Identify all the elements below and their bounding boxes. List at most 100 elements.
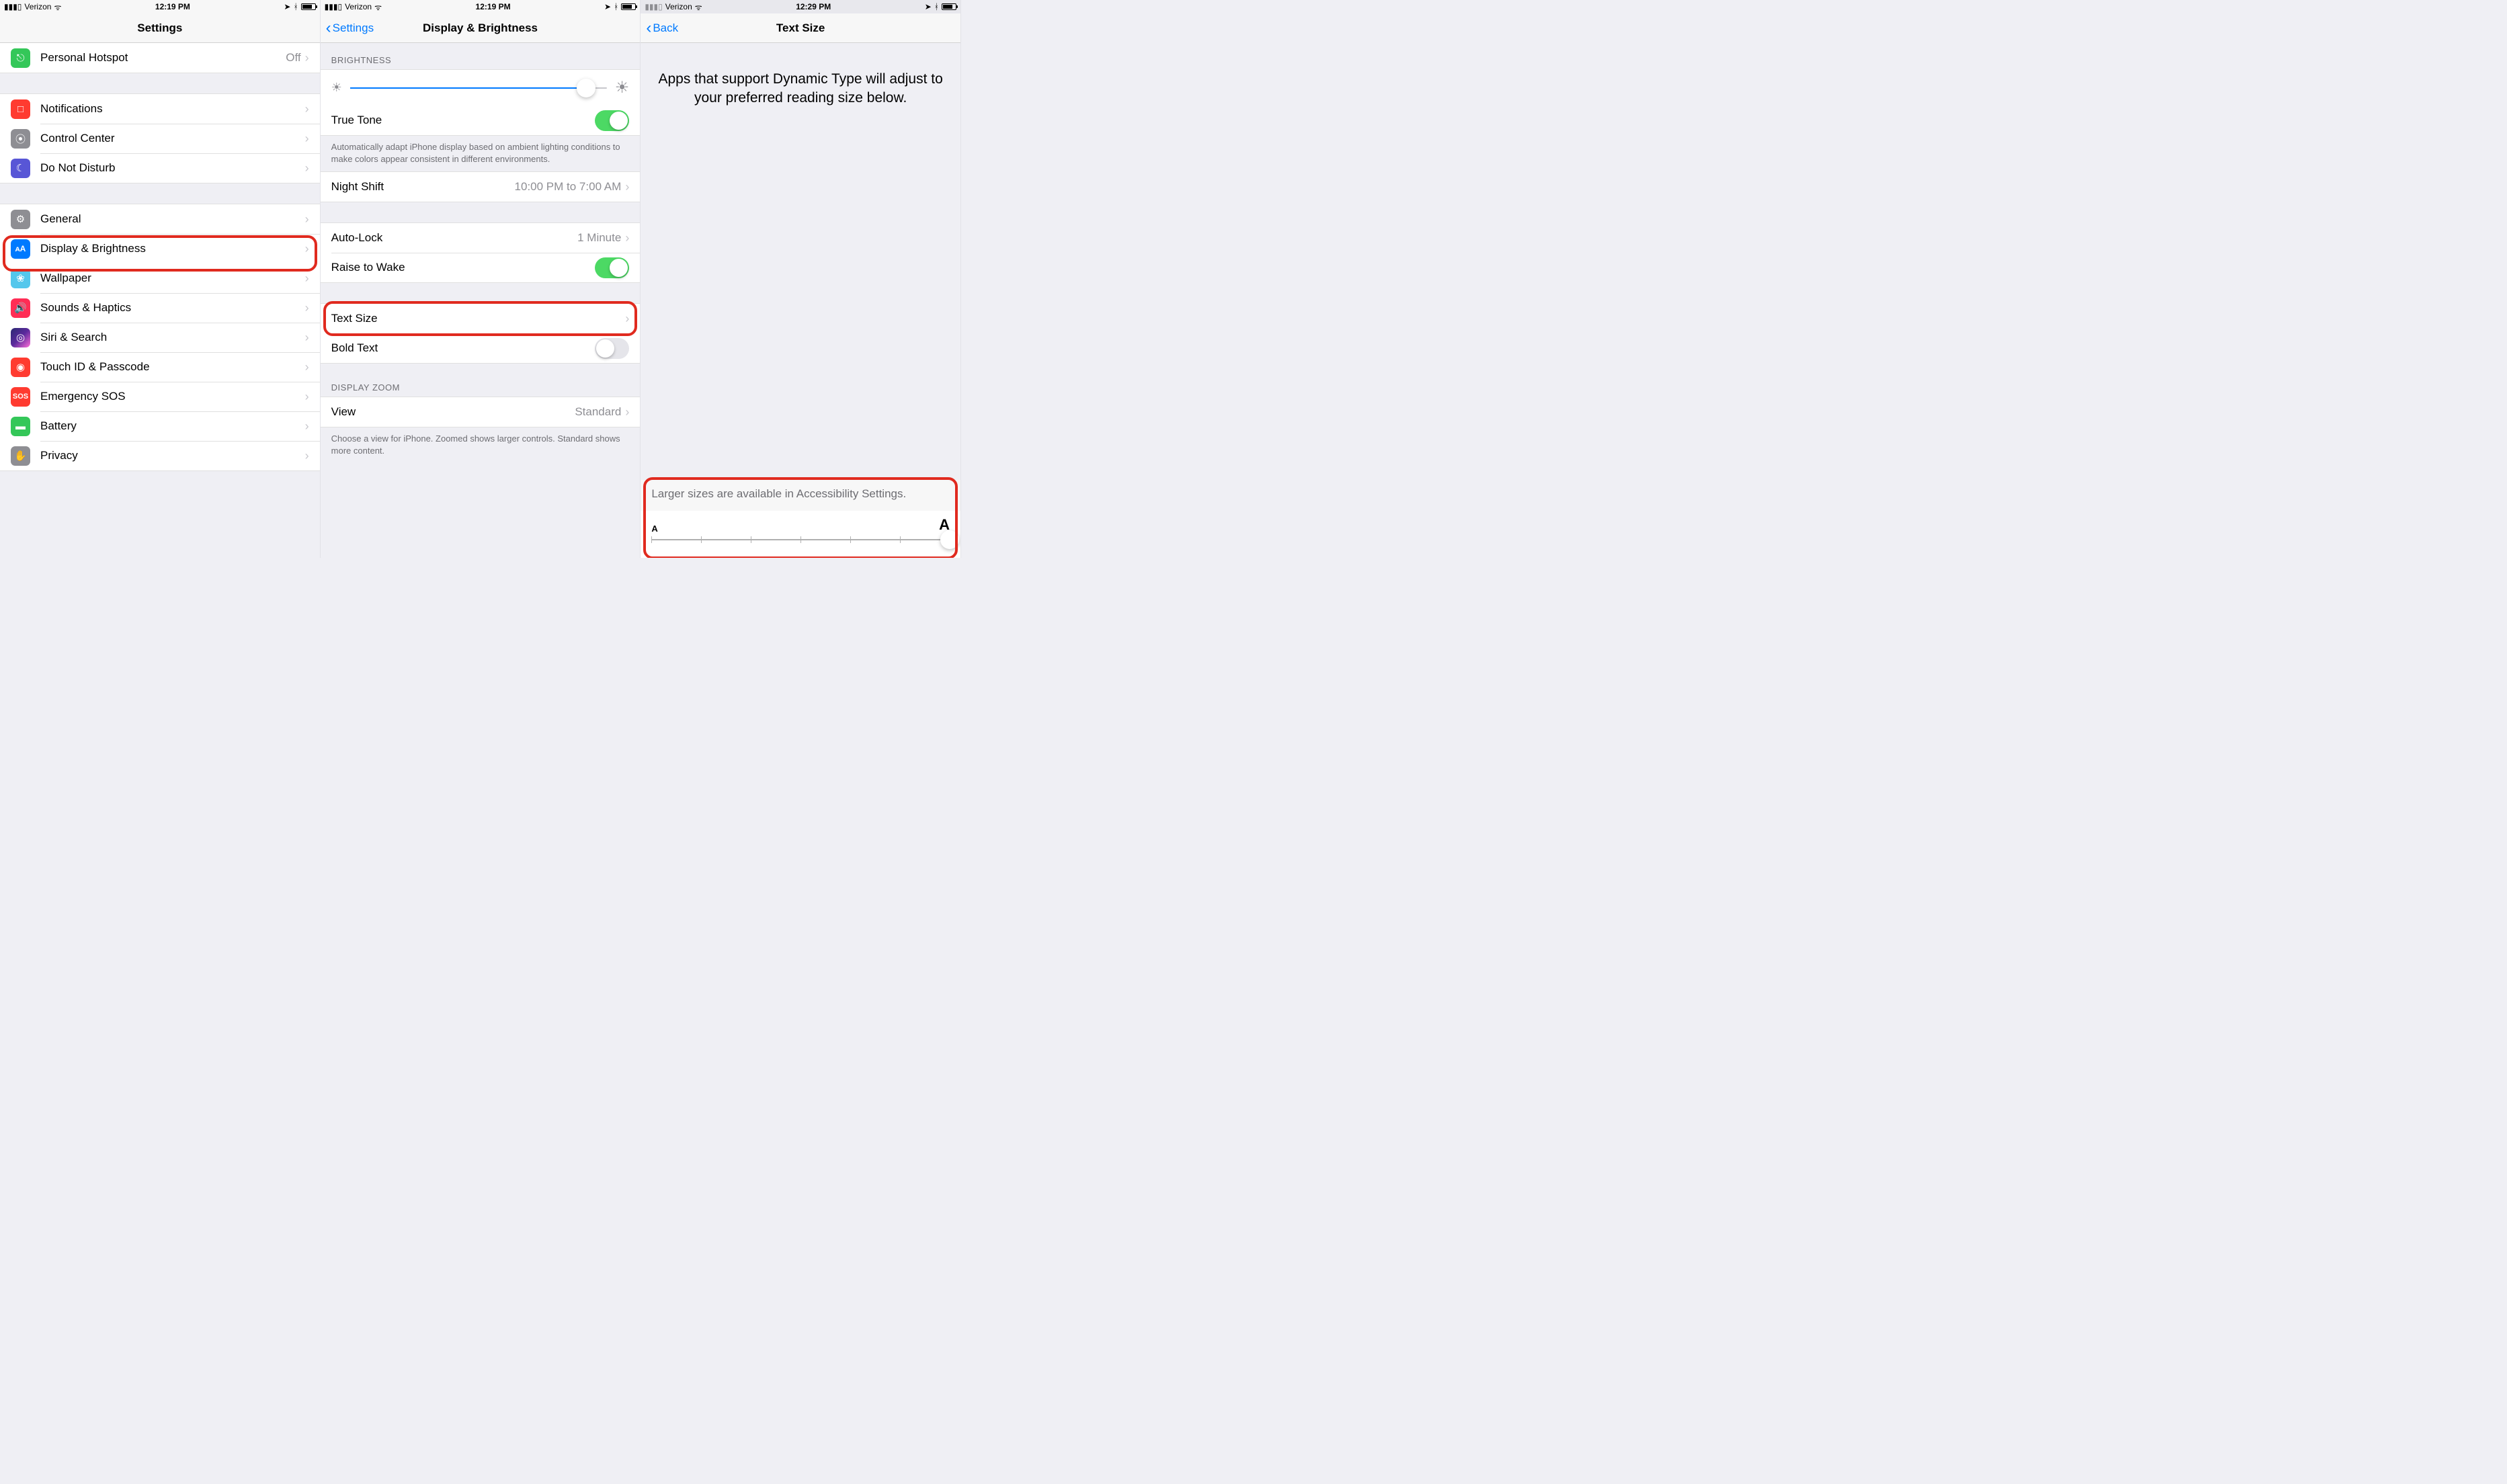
display-zoom-header: DISPLAY ZOOM: [321, 364, 641, 397]
dynamic-type-description: Apps that support Dynamic Type will adju…: [641, 43, 960, 135]
row-touchid-passcode[interactable]: ◉ Touch ID & Passcode ›: [0, 352, 320, 382]
hand-icon: ✋: [11, 446, 30, 466]
cell-label: Raise to Wake: [331, 261, 595, 274]
gear-icon: ⚙: [11, 210, 30, 229]
control-center-icon: ⦿: [11, 129, 30, 149]
cell-label: Emergency SOS: [40, 390, 305, 403]
row-emergency-sos[interactable]: SOS Emergency SOS ›: [0, 382, 320, 411]
sun-small-icon: ☀: [331, 81, 342, 95]
slider-thumb[interactable]: [940, 530, 959, 549]
cell-label: General: [40, 212, 305, 226]
cell-value: 10:00 PM to 7:00 AM: [515, 180, 622, 194]
row-auto-lock[interactable]: Auto-Lock 1 Minute ›: [321, 223, 641, 253]
row-do-not-disturb[interactable]: ☾ Do Not Disturb ›: [0, 153, 320, 183]
chevron-right-icon: ›: [305, 419, 309, 434]
brightness-header: BRIGHTNESS: [321, 43, 641, 69]
chevron-left-icon: ‹: [646, 20, 651, 36]
chevron-right-icon: ›: [305, 360, 309, 374]
slider-thumb[interactable]: [577, 79, 595, 97]
chevron-right-icon: ›: [625, 312, 629, 326]
clock: 12:19 PM: [476, 2, 511, 11]
status-bar: ▮▮▮▯ Verizon ᯤ 12:19 PM ➤ ᚼ: [0, 0, 320, 13]
true-tone-toggle[interactable]: [595, 110, 629, 131]
row-general[interactable]: ⚙ General ›: [0, 204, 320, 234]
cell-label: Do Not Disturb: [40, 161, 305, 175]
signal-icon: ▮▮▮▯: [645, 2, 662, 11]
fingerprint-icon: ◉: [11, 358, 30, 377]
row-wallpaper[interactable]: ❀ Wallpaper ›: [0, 263, 320, 293]
cell-label: Siri & Search: [40, 331, 305, 344]
cell-label: Personal Hotspot: [40, 51, 286, 65]
row-personal-hotspot[interactable]: ⎋ Personal Hotspot Off ›: [0, 43, 320, 73]
row-raise-to-wake: Raise to Wake: [321, 253, 641, 282]
moon-icon: ☾: [11, 159, 30, 178]
location-icon: ➤: [604, 2, 611, 11]
battery-icon: [621, 3, 636, 10]
text-size-control: A A: [641, 511, 960, 558]
chevron-right-icon: ›: [625, 180, 629, 194]
nav-bar: ‹ Settings Display & Brightness: [321, 13, 641, 43]
battery-settings-icon: ▬: [11, 417, 30, 436]
row-siri-search[interactable]: ◎ Siri & Search ›: [0, 323, 320, 352]
chevron-right-icon: ›: [305, 301, 309, 315]
text-size-screen: ▮▮▮▯ Verizon ᯤ 12:29 PM ➤ ᚼ ‹ Back Text …: [641, 0, 961, 558]
chevron-right-icon: ›: [305, 242, 309, 256]
raise-to-wake-toggle[interactable]: [595, 257, 629, 278]
small-a-label: A: [651, 524, 657, 534]
speaker-icon: 🔊: [11, 298, 30, 318]
chevron-right-icon: ›: [625, 231, 629, 245]
chevron-right-icon: ›: [625, 405, 629, 419]
row-display-brightness[interactable]: ᴀA Display & Brightness ›: [0, 234, 320, 263]
chevron-right-icon: ›: [305, 161, 309, 175]
bluetooth-icon: ᚼ: [614, 2, 618, 11]
display-zoom-footer: Choose a view for iPhone. Zoomed shows l…: [321, 427, 641, 463]
bluetooth-icon: ᚼ: [293, 2, 298, 11]
row-privacy[interactable]: ✋ Privacy ›: [0, 441, 320, 470]
cell-label: Text Size: [331, 312, 626, 325]
battery-icon: [942, 3, 956, 10]
back-button[interactable]: ‹ Settings: [326, 20, 374, 36]
chevron-right-icon: ›: [305, 449, 309, 463]
cell-label: Wallpaper: [40, 272, 305, 285]
row-notifications[interactable]: □ Notifications ›: [0, 94, 320, 124]
cell-label: Display & Brightness: [40, 242, 305, 255]
cell-label: Sounds & Haptics: [40, 301, 305, 315]
cell-label: Night Shift: [331, 180, 515, 194]
row-bold-text: Bold Text: [321, 333, 641, 363]
true-tone-footer: Automatically adapt iPhone display based…: [321, 136, 641, 171]
back-button[interactable]: ‹ Back: [646, 20, 678, 36]
bold-text-toggle[interactable]: [595, 338, 629, 359]
cell-label: Privacy: [40, 449, 305, 462]
notifications-icon: □: [11, 99, 30, 119]
chevron-right-icon: ›: [305, 272, 309, 286]
row-control-center[interactable]: ⦿ Control Center ›: [0, 124, 320, 153]
sos-icon: SOS: [11, 387, 30, 407]
chevron-right-icon: ›: [305, 212, 309, 226]
row-view[interactable]: View Standard ›: [321, 397, 641, 427]
cell-label: Notifications: [40, 102, 305, 116]
row-night-shift[interactable]: Night Shift 10:00 PM to 7:00 AM ›: [321, 172, 641, 202]
row-battery[interactable]: ▬ Battery ›: [0, 411, 320, 441]
carrier-label: Verizon: [24, 2, 51, 11]
carrier-label: Verizon: [345, 2, 372, 11]
larger-sizes-note: Larger sizes are available in Accessibil…: [641, 480, 960, 511]
row-text-size[interactable]: Text Size ›: [321, 304, 641, 333]
clock: 12:29 PM: [796, 2, 831, 11]
page-title: Display & Brightness: [423, 22, 538, 35]
sun-large-icon: ☀: [615, 78, 630, 97]
status-bar: ▮▮▮▯ Verizon ᯤ 12:29 PM ➤ ᚼ: [641, 0, 960, 13]
chevron-right-icon: ›: [305, 102, 309, 116]
wifi-icon: ᯤ: [374, 1, 382, 13]
row-sounds-haptics[interactable]: 🔊 Sounds & Haptics ›: [0, 293, 320, 323]
cell-label: Auto-Lock: [331, 231, 577, 245]
nav-bar: ‹ Back Text Size: [641, 13, 960, 43]
chevron-right-icon: ›: [305, 132, 309, 146]
cell-value: Standard: [575, 405, 621, 419]
location-icon: ➤: [284, 2, 290, 11]
slider-track[interactable]: [350, 87, 607, 89]
location-icon: ➤: [925, 2, 932, 11]
cell-label: Touch ID & Passcode: [40, 360, 305, 374]
brightness-slider[interactable]: ☀ ☀: [321, 70, 641, 106]
text-size-slider[interactable]: [651, 539, 950, 540]
battery-icon: [301, 3, 316, 10]
